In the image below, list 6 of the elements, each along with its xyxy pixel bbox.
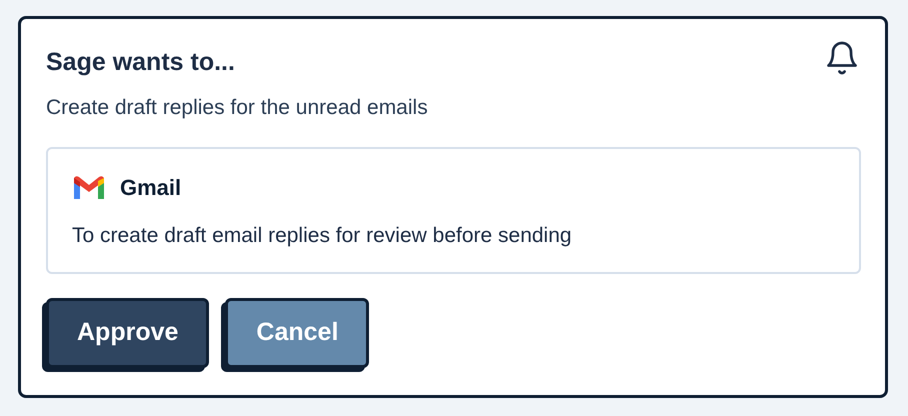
gmail-icon bbox=[72, 174, 106, 200]
permission-purpose: To create draft email replies for review before sending bbox=[72, 223, 573, 249]
dialog-description: Create draft replies for the unread emails bbox=[46, 94, 429, 120]
dialog-title: Sage wants to... bbox=[46, 47, 235, 78]
bell-icon[interactable] bbox=[824, 39, 860, 77]
service-name: Gmail bbox=[120, 174, 182, 202]
